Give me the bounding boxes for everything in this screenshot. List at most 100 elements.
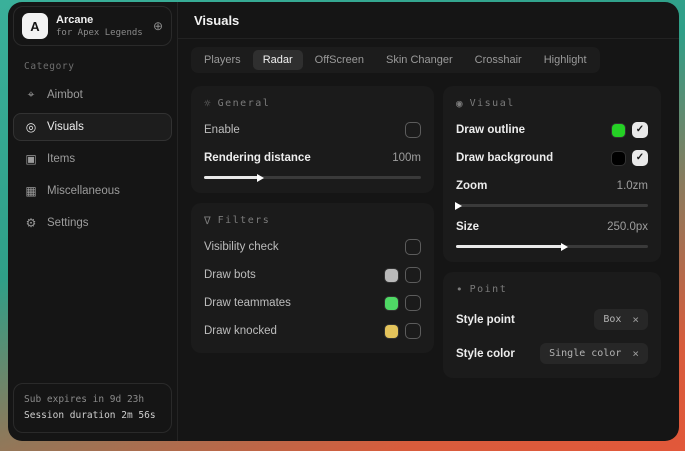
left-column: ☼ General Enable ✓ Rendering distance 10… [191,86,434,363]
enable-label: Enable [204,124,240,136]
sun-icon: ☼ [204,97,211,110]
grid-icon: ▦ [24,184,38,198]
draw-bots-row: Draw bots ✓ [204,267,421,283]
draw-outline-color-swatch[interactable] [612,124,625,137]
sidebar-item-label: Items [47,153,75,165]
filters-panel: ∇ Filters Visibility check ✓ Draw bots ✓ [191,203,434,353]
slider-thumb[interactable] [257,174,264,182]
tab-bar: Players Radar OffScreen Skin Changer Cro… [191,47,600,73]
draw-background-color-swatch[interactable] [612,152,625,165]
rendering-distance-row: Rendering distance 100m [204,150,421,166]
panel-title-text: General [218,98,271,109]
draw-teammates-row: Draw teammates ✓ [204,295,421,311]
app-logo: A [22,13,48,39]
panel-title-text: Filters [218,215,271,226]
gear-icon: ⚙ [24,216,38,230]
crosshair-icon: ⌖ [24,87,38,102]
draw-background-label: Draw background [456,152,553,164]
sidebar-item-miscellaneous[interactable]: ▦ Miscellaneous [13,177,172,205]
slider-thumb[interactable] [561,243,568,251]
app-name: Arcane [56,14,145,26]
page-title: Visuals [194,13,663,28]
sidebar-item-visuals[interactable]: ◎ Visuals [13,113,172,141]
right-column: ◉ Visual Draw outline ✓ Draw background [443,86,661,388]
visibility-check-row: Visibility check ✓ [204,239,421,255]
main-header: Visuals [178,2,679,39]
app-titles: Arcane for Apex Legends [56,14,145,38]
draw-knocked-row: Draw knocked ✓ [204,323,421,339]
draw-outline-row: Draw outline ✓ [456,122,648,138]
draw-outline-checkbox[interactable]: ✓ [632,122,648,138]
close-icon[interactable]: × [632,313,639,326]
app-window: A Arcane for Apex Legends ⊕ Category ⌖ A… [8,2,679,441]
zoom-slider[interactable] [456,204,648,207]
general-panel-title: ☼ General [204,97,421,110]
zoom-value: 1.0zm [617,180,648,192]
sidebar-item-aimbot[interactable]: ⌖ Aimbot [13,80,172,109]
draw-knocked-checkbox[interactable]: ✓ [405,323,421,339]
draw-bots-label: Draw bots [204,269,256,281]
sidebar-item-items[interactable]: ▣ Items [13,145,172,173]
draw-knocked-label: Draw knocked [204,325,277,337]
draw-teammates-label: Draw teammates [204,297,291,309]
draw-outline-label: Draw outline [456,124,525,136]
slider-fill [204,176,258,179]
zoom-row: Zoom 1.0zm [456,178,648,194]
visibility-check-label: Visibility check [204,241,279,253]
tab-radar[interactable]: Radar [253,50,303,70]
enable-checkbox[interactable]: ✓ [405,122,421,138]
size-slider[interactable] [456,245,648,248]
slider-fill [456,245,562,248]
style-point-value: Box [603,314,621,325]
filters-panel-title: ∇ Filters [204,214,421,227]
style-color-value: Single color [549,348,621,359]
draw-teammates-color-swatch[interactable] [385,297,398,310]
app-subtitle: for Apex Legends [56,28,145,38]
rendering-distance-value: 100m [392,152,421,164]
tabs-wrap: Players Radar OffScreen Skin Changer Cro… [178,39,679,73]
tab-crosshair[interactable]: Crosshair [465,50,532,70]
tab-skin-changer[interactable]: Skin Changer [376,50,463,70]
draw-background-row: Draw background ✓ [456,150,648,166]
panel-title-text: Point [470,284,508,295]
size-row: Size 250.0px [456,219,648,235]
size-value: 250.0px [607,221,648,233]
tab-offscreen[interactable]: OffScreen [305,50,374,70]
target-icon[interactable]: ⊕ [153,19,163,33]
draw-background-checkbox[interactable]: ✓ [632,150,648,166]
point-panel: • Point Style point Box × Style color S [443,272,661,378]
tab-highlight[interactable]: Highlight [534,50,597,70]
eye-icon: ◉ [456,97,463,110]
rendering-distance-slider[interactable] [204,176,421,179]
style-color-select[interactable]: Single color × [540,343,648,364]
sidebar-item-settings[interactable]: ⚙ Settings [13,209,172,237]
cube-icon: ▣ [24,152,38,166]
visibility-check-checkbox[interactable]: ✓ [405,239,421,255]
draw-bots-checkbox[interactable]: ✓ [405,267,421,283]
style-point-label: Style point [456,314,515,326]
app-header-card: A Arcane for Apex Legends ⊕ [13,6,172,46]
slider-thumb[interactable] [455,202,462,210]
content: ☼ General Enable ✓ Rendering distance 10… [178,73,679,388]
draw-bots-color-swatch[interactable] [385,269,398,282]
sidebar-item-label: Miscellaneous [47,185,120,197]
visual-panel: ◉ Visual Draw outline ✓ Draw background [443,86,661,262]
draw-teammates-checkbox[interactable]: ✓ [405,295,421,311]
enable-row: Enable ✓ [204,122,421,138]
sub-expires-text: Sub expires in 9d 23h [24,392,161,408]
style-point-select[interactable]: Box × [594,309,648,330]
tab-players[interactable]: Players [194,50,251,70]
sidebar-item-label: Visuals [47,121,84,133]
general-panel: ☼ General Enable ✓ Rendering distance 10… [191,86,434,193]
visuals-icon: ◎ [24,120,38,134]
draw-knocked-color-swatch[interactable] [385,325,398,338]
size-label: Size [456,221,479,233]
panel-title-text: Visual [470,98,515,109]
close-icon[interactable]: × [632,347,639,360]
rendering-distance-label: Rendering distance [204,152,311,164]
zoom-label: Zoom [456,180,487,192]
style-point-row: Style point Box × [456,309,648,330]
dot-icon: • [456,283,463,296]
visual-panel-title: ◉ Visual [456,97,648,110]
sidebar-item-label: Aimbot [47,89,83,101]
